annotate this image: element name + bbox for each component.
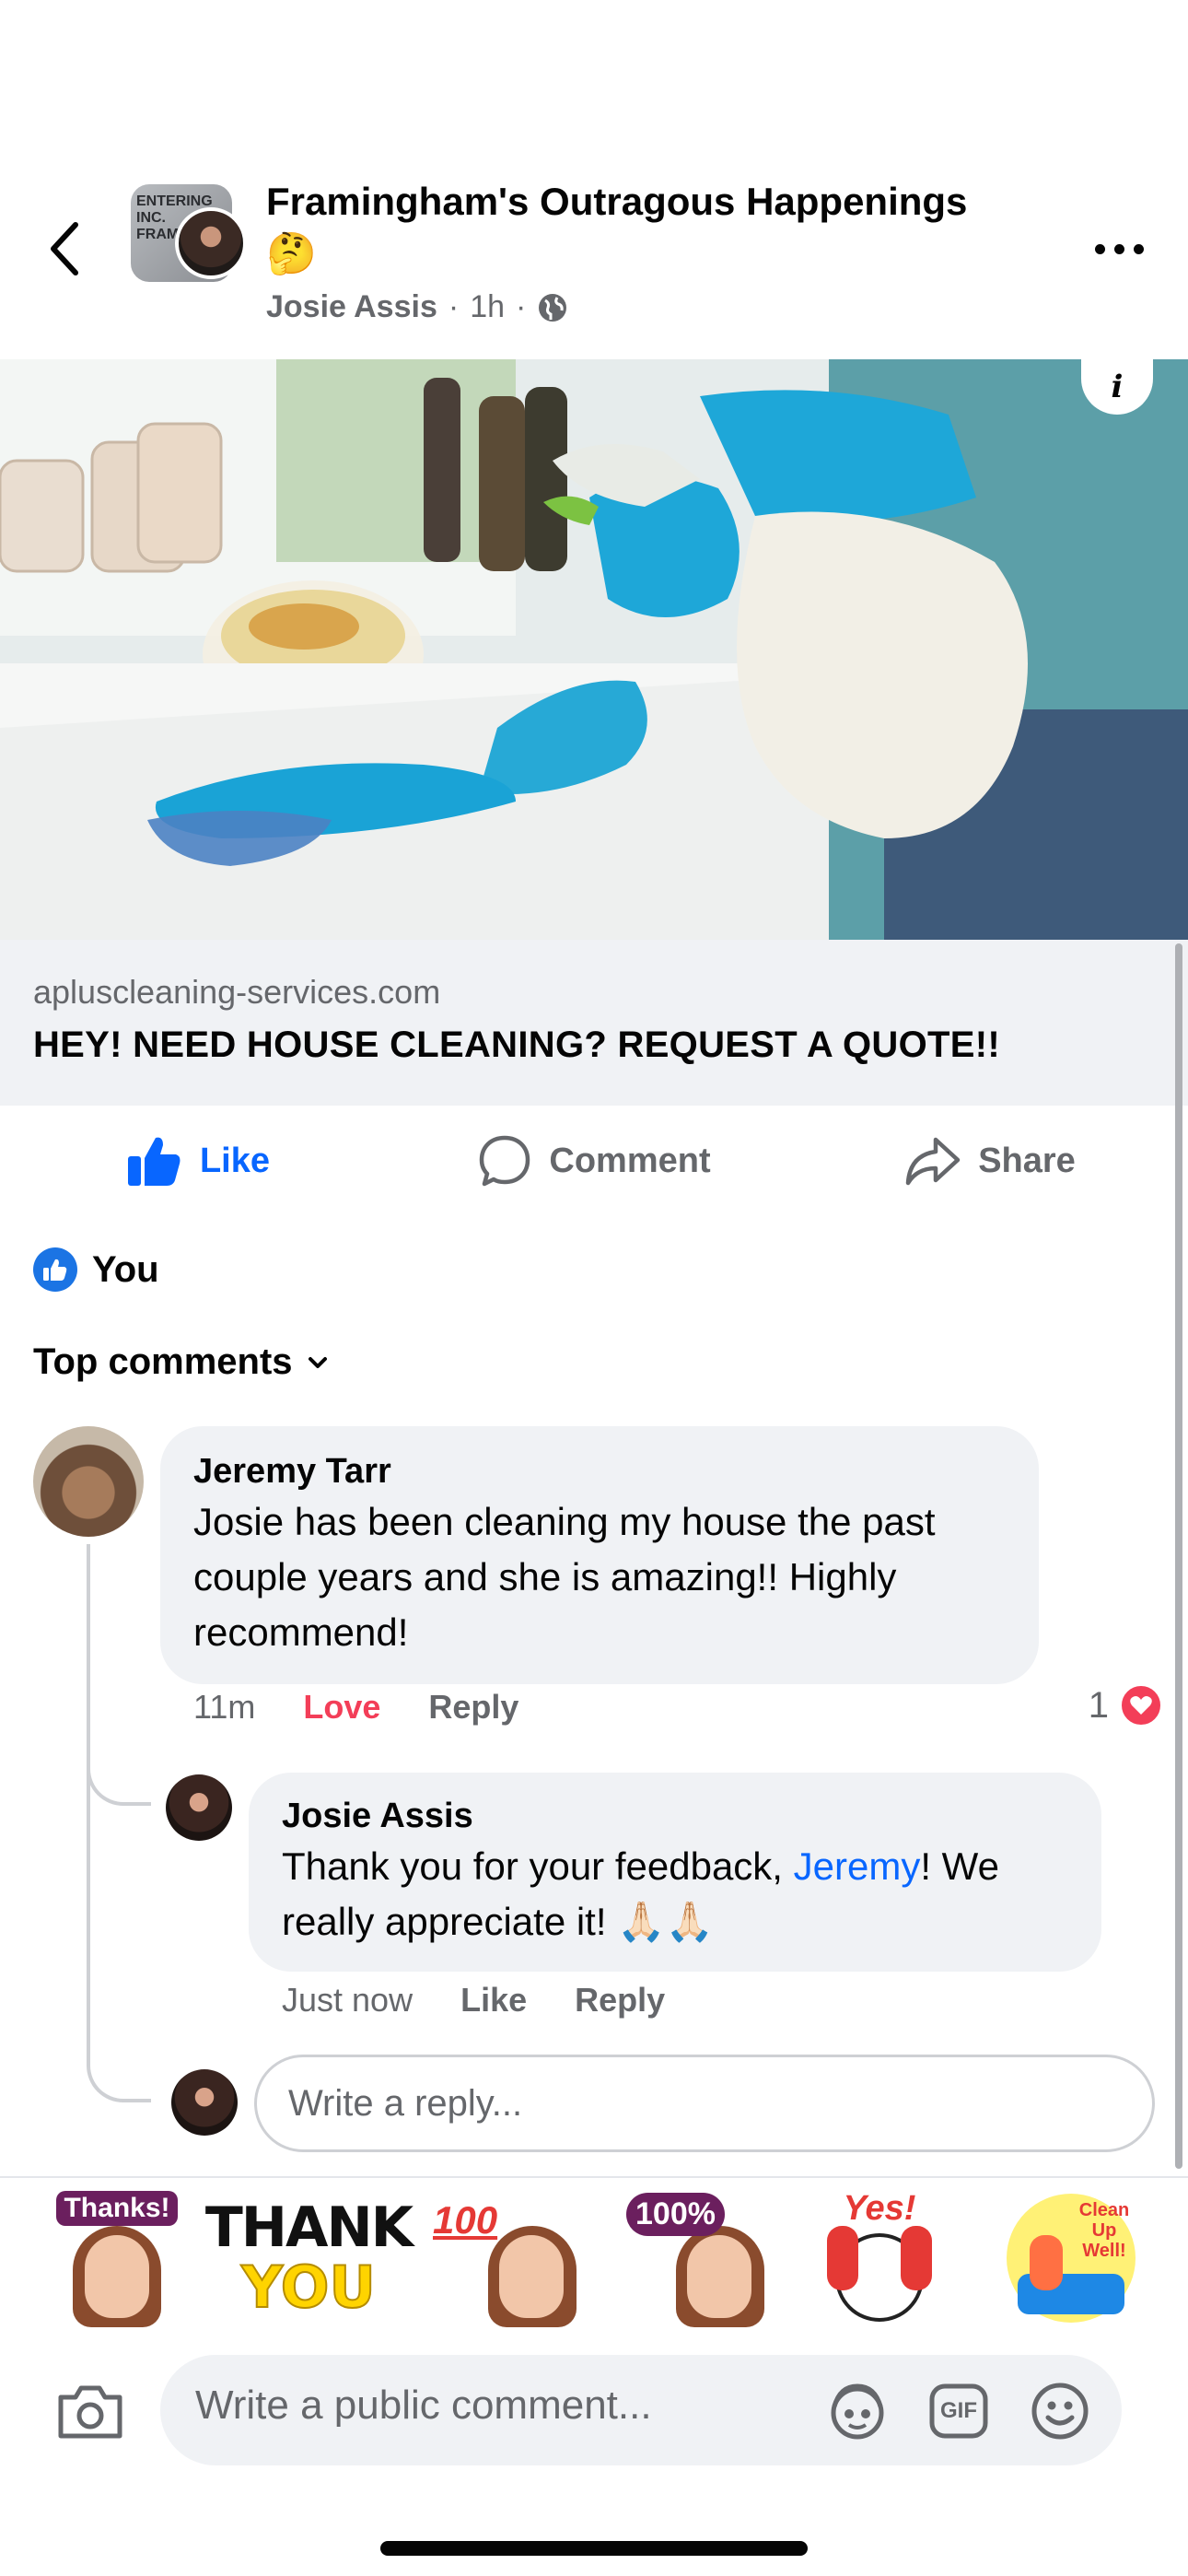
current-user-avatar xyxy=(171,2069,238,2136)
reply-input[interactable]: Write a reply... xyxy=(254,2055,1155,2152)
back-button[interactable] xyxy=(37,207,92,290)
avatar-sticker-icon xyxy=(831,2383,884,2440)
sticker-label-bottom: YOU xyxy=(240,2254,377,2321)
ad-image[interactable]: i xyxy=(0,359,1188,940)
dot xyxy=(1094,243,1105,254)
comment-text: Josie has been cleaning my house the pas… xyxy=(193,1500,936,1654)
home-indicator[interactable] xyxy=(380,2541,808,2556)
comment-composer: Write a public comment... GIF xyxy=(0,2355,1188,2465)
like-button[interactable]: Like xyxy=(0,1106,396,1216)
chevron-left-icon xyxy=(51,222,78,275)
yes-sticker[interactable]: Yes! xyxy=(810,2189,949,2327)
reply-like-button[interactable]: Like xyxy=(460,1981,527,2020)
divider xyxy=(0,2176,1188,2178)
comment-label: Comment xyxy=(549,1141,711,1180)
reply-placeholder: Write a reply... xyxy=(288,2082,523,2124)
dot xyxy=(1113,243,1124,254)
gif-label: GIF xyxy=(940,2398,977,2423)
link-domain: apluscleaning-services.com xyxy=(33,973,441,1011)
sticker-label: Thanks! xyxy=(56,2191,178,2226)
post-meta: Josie Assis · 1h · xyxy=(266,289,568,325)
meta-separator: · xyxy=(516,289,527,324)
reactions-summary[interactable]: You xyxy=(33,1247,159,1292)
sticker-face xyxy=(687,2235,751,2318)
meta-separator: · xyxy=(448,289,460,324)
reply-reply-button[interactable]: Reply xyxy=(575,1981,665,2020)
thread-branch xyxy=(87,1751,151,1806)
cleaning-photo xyxy=(0,359,1188,940)
sticker-label-top: THANK xyxy=(204,2195,413,2260)
comment-button[interactable]: Comment xyxy=(396,1106,792,1216)
reply-button[interactable]: Reply xyxy=(428,1688,518,1727)
100-thumbs-sticker[interactable]: 100 xyxy=(433,2189,577,2327)
foam-finger-left xyxy=(827,2226,858,2290)
emoji-button[interactable] xyxy=(1030,2381,1090,2441)
gif-button[interactable]: GIF xyxy=(928,2381,989,2441)
sticker-label: Yes! xyxy=(843,2189,916,2228)
commenter-avatar[interactable] xyxy=(33,1426,144,1537)
comment-icon xyxy=(480,1135,530,1187)
love-reaction-button[interactable]: Love xyxy=(303,1688,380,1727)
thank-you-sticker[interactable]: THANK YOU xyxy=(205,2189,413,2327)
sticker-label: 100 xyxy=(433,2198,498,2242)
share-button[interactable]: Share xyxy=(792,1106,1188,1216)
author-avatar[interactable] xyxy=(175,207,247,279)
reply-text-before: Thank you for your feedback, xyxy=(282,1844,794,1888)
link-preview[interactable]: apluscleaning-services.com HEY! NEED HOU… xyxy=(0,940,1188,1106)
like-label: Like xyxy=(199,1141,271,1180)
heart-icon xyxy=(1118,1682,1164,1728)
composer-placeholder: Write a public comment... xyxy=(195,2383,652,2428)
sticker-face xyxy=(499,2235,564,2318)
share-icon xyxy=(905,1137,961,1186)
mention-link[interactable]: Jeremy xyxy=(794,1844,921,1888)
sticker-suggestions: Thanks! THANK YOU 100 100% Yes! Clean Up… xyxy=(0,2189,1188,2336)
reply-bubble[interactable]: Josie Assis Thank you for your feedback,… xyxy=(249,1773,1101,1972)
reactions-label: You xyxy=(92,1248,159,1290)
camera-button[interactable] xyxy=(55,2383,125,2441)
chevron-down-icon xyxy=(308,1356,327,1368)
emoji-icon xyxy=(1031,2383,1089,2440)
globe-icon xyxy=(539,293,567,322)
reaction-count: 1 xyxy=(1088,1684,1109,1726)
like-reaction-icon xyxy=(33,1247,77,1292)
comments-sort-dropdown[interactable]: Top comments xyxy=(33,1341,328,1383)
group-name[interactable]: Framingham's Outragous Happenings xyxy=(266,175,1058,228)
post-author[interactable]: Josie Assis xyxy=(266,289,437,325)
avatar-sticker-button[interactable] xyxy=(827,2381,888,2441)
reply-time: Just now xyxy=(282,1981,413,2019)
clean-up-well-sticker[interactable]: Clean Up Well! xyxy=(1002,2189,1140,2327)
comment-reaction-count[interactable]: 1 xyxy=(1089,1682,1164,1728)
dot xyxy=(1133,243,1144,254)
reply-author[interactable]: Josie Assis xyxy=(282,1793,1068,1839)
thumbs-up-icon xyxy=(127,1137,181,1186)
post-time[interactable]: 1h xyxy=(470,289,505,325)
scrollbar[interactable] xyxy=(1175,943,1182,2169)
comment-bubble[interactable]: Jeremy Tarr Josie has been cleaning my h… xyxy=(160,1426,1039,1684)
sort-label: Top comments xyxy=(33,1341,293,1382)
share-label: Share xyxy=(978,1141,1076,1180)
sticker-label: 100% xyxy=(626,2193,725,2236)
reply-author-avatar[interactable] xyxy=(166,1774,232,1841)
sticker-person xyxy=(1030,2235,1063,2290)
camera-icon xyxy=(58,2385,122,2439)
title-emoji: 🤔 xyxy=(266,231,317,276)
sticker-label: Clean Up Well! xyxy=(1078,2200,1130,2261)
comment-time: 11m xyxy=(193,1688,256,1726)
public-comment-input[interactable]: Write a public comment... GIF xyxy=(160,2355,1122,2465)
thread-branch xyxy=(87,2047,151,2102)
comment-meta: 11m Love Reply xyxy=(193,1688,518,1727)
comment-author[interactable]: Jeremy Tarr xyxy=(193,1448,1006,1494)
post-actions: Like Comment Share xyxy=(0,1106,1188,1216)
sticker-face xyxy=(85,2235,149,2318)
thanks-sticker[interactable]: Thanks! xyxy=(48,2189,186,2327)
post-header: ENTERING INC. FRAM Framingham's Outragou… xyxy=(0,175,1188,359)
more-options-button[interactable] xyxy=(1087,221,1151,276)
link-headline: HEY! NEED HOUSE CLEANING? REQUEST A QUOT… xyxy=(33,1025,1000,1065)
reply-meta: Just now Like Reply xyxy=(282,1981,665,2020)
reply-text: Thank you for your feedback, Jeremy! We … xyxy=(282,1839,1068,1950)
100-percent-sticker[interactable]: 100% xyxy=(626,2189,764,2327)
thread-line xyxy=(87,1544,90,2060)
foam-finger-right xyxy=(901,2226,932,2290)
